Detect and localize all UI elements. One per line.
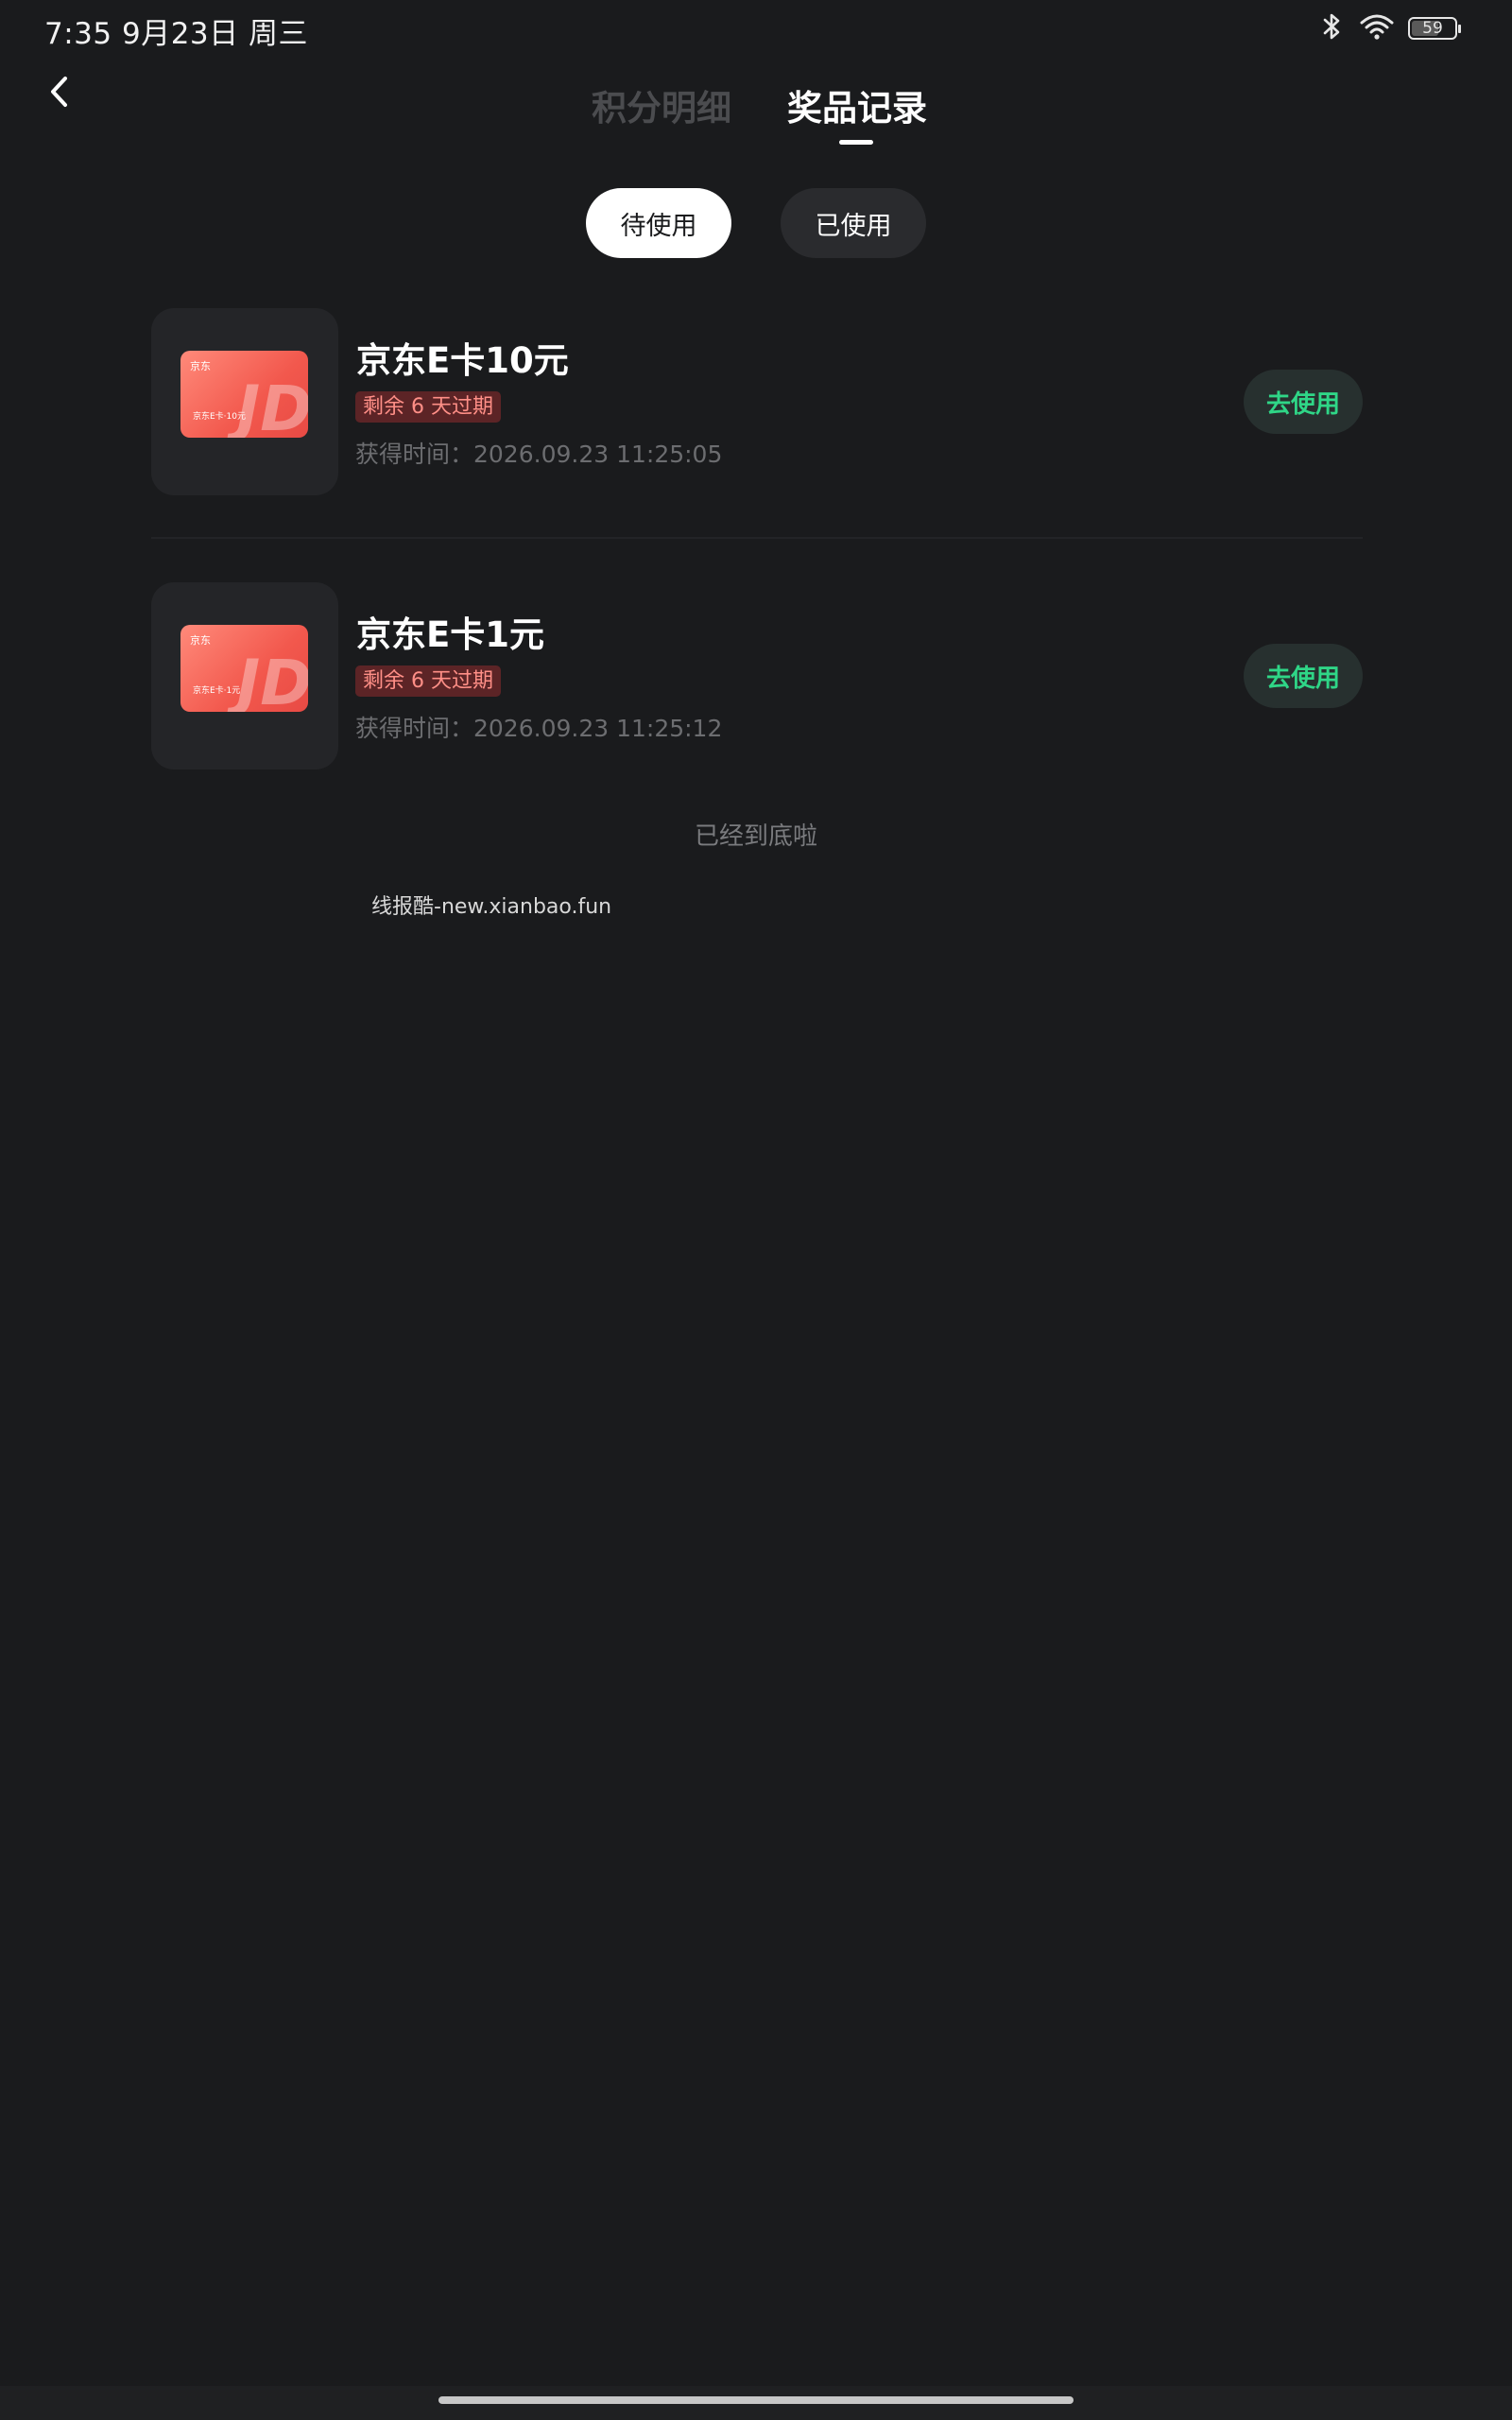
top-tabs: 积分明细 奖品记录 [0, 79, 1512, 155]
list-divider [151, 537, 1363, 539]
tab-prize-records[interactable]: 奖品记录 [787, 79, 927, 130]
jd-ecard-image: 京东 JD 京东E卡·10元 [180, 351, 308, 438]
end-of-list-text: 已经到底啦 [694, 822, 817, 851]
obtained-time: 获得时间：2026.09.23 11:25:05 [355, 441, 723, 468]
prize-thumbnail: 京东 JD 京东E卡·1元 [151, 582, 338, 769]
expire-badge: 剩余 6 天过期 [355, 666, 501, 697]
prize-thumbnail: 京东 JD 京东E卡·10元 [151, 308, 338, 495]
prize-title: 京东E卡10元 [356, 340, 569, 381]
watermark-text: 线报酷-new.xianbao.fun [371, 895, 612, 919]
active-tab-indicator [839, 140, 873, 145]
prize-title: 京东E卡1元 [356, 614, 545, 655]
home-indicator[interactable] [438, 2396, 1074, 2404]
expire-badge: 剩余 6 天过期 [355, 391, 501, 423]
status-bar: 7:35 9月23日 周三 59 [0, 0, 1512, 57]
card-caption: 京东E卡·1元 [193, 686, 241, 696]
prize-list-item: 京东 JD 京东E卡·1元 京东E卡1元 剩余 6 天过期 获得时间：2026.… [151, 582, 1363, 771]
card-logo: 京东 [190, 634, 211, 647]
card-caption: 京东E卡·10元 [193, 412, 246, 422]
jd-logo-icon: JD [236, 647, 308, 712]
obtained-time: 获得时间：2026.09.23 11:25:12 [355, 715, 723, 742]
use-button[interactable]: 去使用 [1244, 644, 1363, 708]
jd-logo-icon: JD [236, 372, 308, 438]
battery-icon: 59 [1408, 17, 1461, 40]
status-time: 7:35 9月23日 周三 [44, 17, 308, 51]
bluetooth-icon [1319, 11, 1346, 45]
prize-list-item: 京东 JD 京东E卡·10元 京东E卡10元 剩余 6 天过期 获得时间：202… [151, 308, 1363, 497]
card-logo: 京东 [190, 360, 211, 372]
wifi-icon [1359, 12, 1395, 44]
use-button[interactable]: 去使用 [1244, 370, 1363, 434]
filter-used-button[interactable]: 已使用 [781, 188, 926, 258]
jd-ecard-image: 京东 JD 京东E卡·1元 [180, 625, 308, 712]
filter-pending-button[interactable]: 待使用 [586, 188, 731, 258]
tab-points-detail[interactable]: 积分明细 [592, 79, 731, 130]
status-icons: 59 [1319, 11, 1461, 45]
battery-level: 59 [1422, 19, 1443, 38]
